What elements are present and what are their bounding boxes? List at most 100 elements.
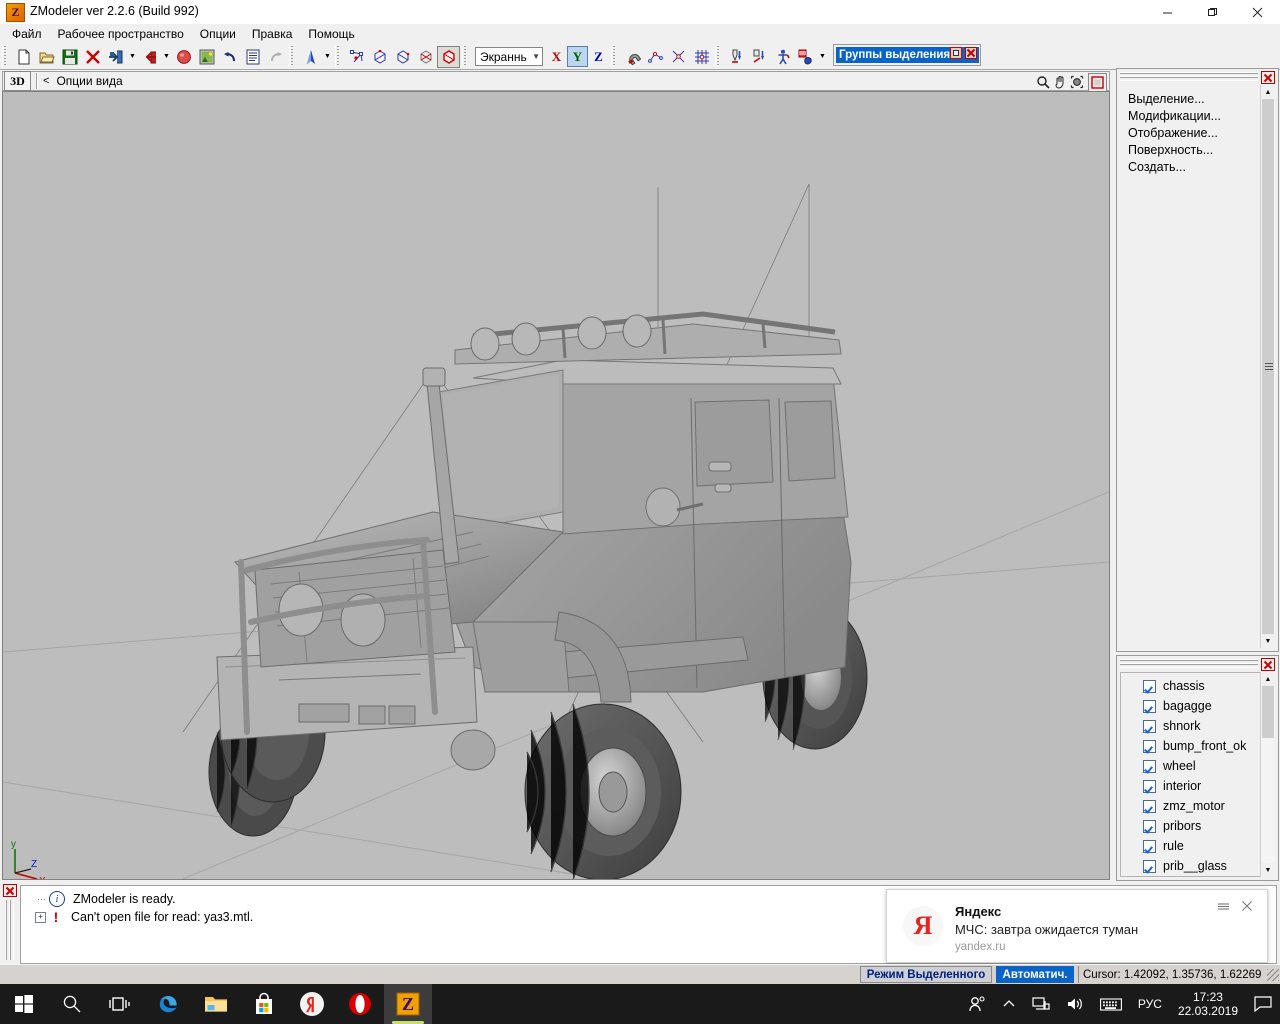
- selection-groups-minimize-button[interactable]: [950, 47, 962, 59]
- close-button[interactable]: [1235, 0, 1280, 24]
- toolbar-grip-6[interactable]: [715, 46, 723, 67]
- objects-panel-scrollbar[interactable]: ▲ ▼: [1260, 672, 1275, 877]
- list-item[interactable]: shnork: [1121, 716, 1260, 736]
- tools-item-modify[interactable]: Модификации...: [1128, 108, 1261, 125]
- checkbox[interactable]: [1143, 739, 1156, 753]
- menu-edit[interactable]: Правка: [244, 25, 301, 43]
- scroll-up-arrow-icon[interactable]: ▲: [1261, 672, 1275, 686]
- menu-help[interactable]: Помощь: [300, 25, 362, 43]
- zmodeler-icon[interactable]: Z: [384, 984, 432, 1024]
- checkbox[interactable]: [1143, 759, 1156, 773]
- show-hidden-icons-chevron-icon[interactable]: [994, 984, 1024, 1024]
- checkbox[interactable]: [1143, 859, 1156, 873]
- menu-options[interactable]: Опции: [192, 25, 244, 43]
- extrude-tool-icon[interactable]: [725, 46, 748, 68]
- redo-icon[interactable]: [264, 46, 287, 68]
- scroll-up-arrow-icon[interactable]: ▲: [1261, 85, 1275, 99]
- export-dropdown-arrow-icon[interactable]: ▼: [161, 46, 172, 68]
- objects-list[interactable]: chassis bagagge shnork bump_front_ok wheel in…: [1120, 672, 1261, 877]
- notification-menu-icon[interactable]: [1215, 898, 1231, 914]
- volume-icon[interactable]: [1058, 984, 1092, 1024]
- object-select-icon[interactable]: [437, 45, 460, 68]
- delete-icon[interactable]: [81, 46, 104, 68]
- axis-y-button[interactable]: Y: [567, 46, 588, 67]
- checkbox[interactable]: [1143, 719, 1156, 733]
- checkbox[interactable]: [1143, 679, 1156, 693]
- list-item[interactable]: zmz_motor: [1121, 796, 1260, 816]
- list-item[interactable]: bump_front_ok: [1121, 736, 1260, 756]
- export-icon[interactable]: [138, 46, 161, 68]
- import-icon[interactable]: [104, 46, 127, 68]
- scrollbar-thumb[interactable]: [1262, 99, 1274, 639]
- list-item[interactable]: chassis: [1121, 676, 1260, 696]
- scrollbar-thumb[interactable]: [1262, 686, 1274, 738]
- toolbar-grip[interactable]: [2, 46, 10, 67]
- notification-close-icon[interactable]: [1239, 898, 1255, 914]
- notification-toast[interactable]: Я Яндекс МЧС: завтра ожидается туман yan…: [886, 889, 1268, 963]
- axis-z-button[interactable]: Z: [588, 46, 609, 67]
- file-explorer-icon[interactable]: [192, 984, 240, 1024]
- toolbar-grip-4[interactable]: [462, 46, 470, 67]
- face-select-icon[interactable]: [391, 46, 414, 68]
- menu-file[interactable]: Файл: [4, 25, 50, 43]
- paint-tool-icon[interactable]: [794, 46, 817, 68]
- viewport-collapse-arrow-icon[interactable]: <: [43, 75, 49, 87]
- viewport-3d[interactable]: y X Z: [2, 91, 1110, 880]
- list-item[interactable]: wheel: [1121, 756, 1260, 776]
- paint-dropdown-arrow-icon[interactable]: ▼: [817, 46, 828, 68]
- checkbox[interactable]: [1143, 839, 1156, 853]
- edge-icon[interactable]: [144, 984, 192, 1024]
- list-item[interactable]: GlassRR_1: [1121, 876, 1260, 877]
- tools-item-selection[interactable]: Выделение...: [1128, 91, 1261, 108]
- tools-item-create[interactable]: Создать...: [1128, 159, 1261, 176]
- objects-panel-grip[interactable]: [1120, 659, 1258, 668]
- shading-dropdown-arrow-icon[interactable]: ▼: [322, 46, 333, 68]
- minimize-button[interactable]: [1145, 0, 1190, 24]
- smooth-shading-icon[interactable]: [299, 46, 322, 68]
- start-button[interactable]: [0, 984, 48, 1024]
- axis-x-button[interactable]: X: [546, 46, 567, 67]
- magnet-snap-icon[interactable]: [621, 46, 644, 68]
- save-file-icon[interactable]: [58, 46, 81, 68]
- intersect-icon[interactable]: [667, 46, 690, 68]
- orbit-icon[interactable]: [1068, 74, 1085, 91]
- undo-icon[interactable]: [218, 46, 241, 68]
- objects-panel-close-button[interactable]: [1261, 658, 1275, 671]
- clock[interactable]: 17:23 22.03.2019: [1170, 984, 1246, 1024]
- keyboard-icon[interactable]: [1092, 984, 1130, 1024]
- vertex-select-icon[interactable]: [345, 46, 368, 68]
- network-icon[interactable]: [1024, 984, 1058, 1024]
- menu-workspace[interactable]: Рабочее пространство: [50, 25, 192, 43]
- skeleton-tool-icon[interactable]: [771, 46, 794, 68]
- toolbar-grip-5[interactable]: [611, 46, 619, 67]
- polygon-select-icon[interactable]: [414, 46, 437, 68]
- tools-panel-grip[interactable]: [1120, 72, 1258, 81]
- list-item[interactable]: pribors: [1121, 816, 1260, 836]
- list-item[interactable]: interior: [1121, 776, 1260, 796]
- render-icon[interactable]: [172, 46, 195, 68]
- list-item[interactable]: bagagge: [1121, 696, 1260, 716]
- scroll-down-arrow-icon[interactable]: ▼: [1261, 863, 1275, 877]
- checkbox[interactable]: [1143, 779, 1156, 793]
- projection-select[interactable]: Экраннь ▼: [475, 47, 543, 66]
- checkbox[interactable]: [1143, 819, 1156, 833]
- toolbar-grip-2[interactable]: [289, 46, 297, 67]
- zoom-icon[interactable]: [1034, 74, 1051, 91]
- tools-panel-close-button[interactable]: [1261, 71, 1275, 84]
- open-file-icon[interactable]: [35, 46, 58, 68]
- edge-select-icon[interactable]: [368, 46, 391, 68]
- microsoft-store-icon[interactable]: [240, 984, 288, 1024]
- fullscreen-toggle-icon[interactable]: [1088, 72, 1107, 92]
- scroll-down-arrow-icon[interactable]: ▼: [1261, 634, 1275, 648]
- list-item[interactable]: prib__glass: [1121, 856, 1260, 876]
- resize-grip[interactable]: [1267, 969, 1279, 981]
- tools-item-display[interactable]: Отображение...: [1128, 125, 1261, 142]
- align-points-icon[interactable]: [644, 46, 667, 68]
- grid-snap-icon[interactable]: [690, 46, 713, 68]
- list-item[interactable]: rule: [1121, 836, 1260, 856]
- properties-icon[interactable]: [241, 46, 264, 68]
- materials-icon[interactable]: [195, 46, 218, 68]
- task-view-icon[interactable]: [96, 984, 144, 1024]
- toolbar-grip-3[interactable]: [335, 46, 343, 67]
- maximize-button[interactable]: [1190, 0, 1235, 24]
